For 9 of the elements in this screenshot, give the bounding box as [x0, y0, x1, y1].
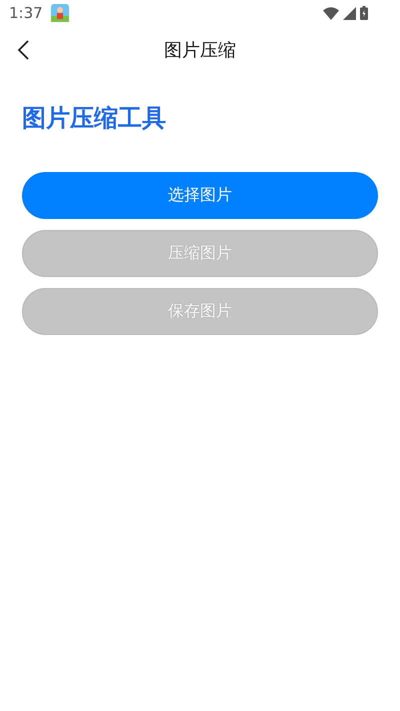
- tool-heading: 图片压缩工具: [22, 103, 167, 134]
- battery-icon: [360, 6, 368, 20]
- back-icon[interactable]: [17, 40, 29, 60]
- status-time: 1:37: [9, 4, 43, 22]
- action-button[interactable]: 选择图片: [22, 172, 378, 219]
- page-title: 图片压缩: [164, 39, 236, 62]
- app-notification-icon: [50, 4, 69, 22]
- wifi-icon: [323, 6, 339, 20]
- signal-icon: [343, 6, 356, 20]
